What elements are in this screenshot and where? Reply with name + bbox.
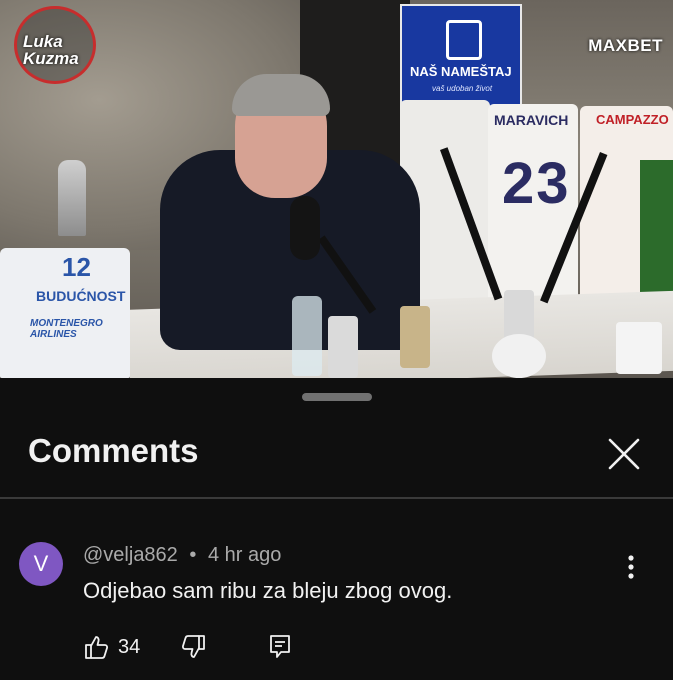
comments-title: Comments — [28, 432, 199, 469]
channel-logo-text: Luka Kuzma — [23, 32, 79, 68]
drink-can — [328, 316, 358, 378]
jersey-maravich: MARAVICH 23 — [488, 104, 578, 304]
avatar[interactable]: V — [19, 542, 63, 586]
water-bottle — [292, 296, 322, 376]
close-button[interactable] — [604, 434, 644, 474]
ball — [492, 334, 546, 378]
thumbs-up-icon — [85, 636, 109, 659]
jersey-team: BUDUĆNOST — [36, 288, 126, 304]
sponsor-logo: MAXBET — [588, 36, 663, 55]
banner-subtitle: vaš udoban život — [432, 84, 493, 93]
meta-separator: • — [189, 544, 197, 566]
video-player[interactable]: NAŠ NAMEŠTAJ vaš udoban život MARAVICH 2… — [0, 0, 673, 378]
reply-button[interactable] — [268, 633, 292, 659]
like-button[interactable] — [84, 634, 110, 660]
trophy — [58, 160, 86, 236]
mug — [616, 322, 662, 374]
jersey-name: CAMPAZZO — [596, 112, 669, 127]
jersey-number: 23 — [502, 151, 571, 216]
close-icon — [608, 438, 640, 470]
banner-logo-icon — [446, 20, 482, 60]
jersey-number: 12 — [62, 252, 91, 282]
dislike-button[interactable] — [180, 634, 206, 660]
drag-handle[interactable] — [302, 393, 372, 401]
like-count: 34 — [118, 636, 141, 658]
reply-icon — [270, 635, 290, 658]
comment-more-button[interactable] — [618, 552, 644, 582]
microphone — [290, 196, 320, 260]
comment-meta: @velja862 • 4 hr ago — [83, 544, 281, 567]
jersey-name: MARAVICH — [494, 112, 569, 128]
banner-title: NAŠ NAMEŠTAJ — [410, 64, 512, 79]
comments-sheet: Comments V @velja862 • 4 hr ago Odjebao … — [0, 378, 673, 680]
sponsor-banner: NAŠ NAMEŠTAJ vaš udoban život — [400, 4, 522, 108]
header-divider — [0, 497, 673, 499]
channel-logo: Luka Kuzma — [14, 6, 96, 84]
thumbs-down-icon — [181, 635, 205, 658]
green-panel — [640, 160, 673, 310]
jersey-sponsor: MONTENEGRO AIRLINES — [30, 318, 103, 340]
jersey-buducnost: 12 BUDUĆNOST MONTENEGRO AIRLINES — [0, 248, 130, 378]
drink-can — [400, 306, 430, 368]
speaker-hair — [232, 74, 330, 116]
more-vertical-icon — [628, 555, 634, 579]
comment-author[interactable]: @velja862 — [83, 544, 178, 567]
comment-text: Odjebao sam ribu za bleju zbog ovog. — [83, 578, 453, 603]
comment-time: 4 hr ago — [207, 544, 282, 566]
